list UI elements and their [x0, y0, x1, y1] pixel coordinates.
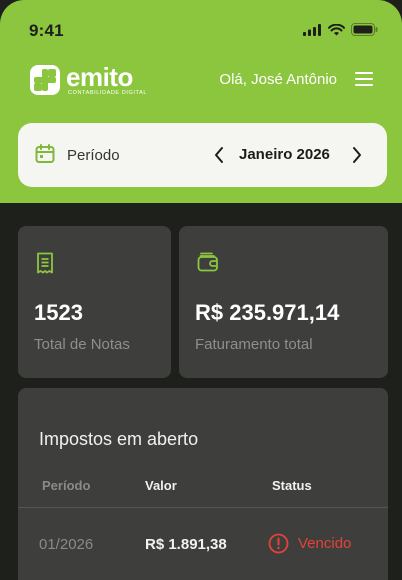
- stat-label: Total de Notas: [34, 336, 130, 353]
- wifi-icon: [328, 23, 345, 35]
- chevron-left-icon[interactable]: [211, 145, 227, 165]
- logo-tagline: CONTABILIDADE DIGITAL: [68, 89, 148, 96]
- stat-card-revenue[interactable]: R$ 235.971,14 Faturamento total: [179, 226, 388, 378]
- period-label: Período: [67, 147, 120, 164]
- stat-label: Faturamento total: [195, 336, 313, 353]
- column-header-value: Valor: [145, 478, 177, 493]
- status-bar: 9:41: [0, 0, 402, 60]
- stat-card-total-notes[interactable]: 1523 Total de Notas: [18, 226, 171, 378]
- column-header-status: Status: [272, 478, 312, 493]
- alert-circle-icon: [268, 533, 289, 554]
- stat-value: R$ 235.971,14: [195, 300, 340, 325]
- wallet-icon: [197, 252, 218, 272]
- column-header-period: Período: [42, 478, 91, 493]
- period-value: Janeiro 2026: [239, 146, 330, 163]
- app-logo: emito CONTABILIDADE DIGITAL: [29, 64, 147, 96]
- battery-icon: [351, 23, 378, 36]
- logo-mark-icon: [30, 65, 60, 95]
- row-status: Vencido: [268, 533, 351, 554]
- status-icons: [303, 23, 378, 36]
- header: 9:41 emito CONTABILIDADE DIGITAL Olá, Jo…: [0, 0, 402, 203]
- status-badge: Vencido: [298, 535, 352, 552]
- app-screen: 9:41 emito CONTABILIDADE DIGITAL Olá, Jo…: [0, 0, 402, 580]
- stat-value: 1523: [34, 300, 83, 325]
- menu-button[interactable]: [355, 70, 375, 88]
- row-value: R$ 1.891,38: [145, 536, 227, 553]
- receipt-icon: [37, 252, 53, 274]
- open-taxes-title: Impostos em aberto: [39, 429, 199, 449]
- hamburger-icon-line: [355, 78, 373, 80]
- hamburger-icon-line: [355, 84, 373, 86]
- period-selector: Período Janeiro 2026: [18, 123, 387, 187]
- hamburger-icon-line: [355, 72, 373, 74]
- status-time: 9:41: [29, 21, 64, 40]
- row-period: 01/2026: [39, 536, 94, 553]
- calendar-icon: [35, 144, 55, 163]
- table-row[interactable]: 01/2026 R$ 1.891,38 Vencido: [18, 508, 388, 568]
- open-taxes-card: Impostos em aberto Período Valor Status …: [18, 388, 388, 580]
- signal-icon: [303, 23, 321, 36]
- chevron-right-icon[interactable]: [349, 145, 365, 165]
- logo-word: emito: [66, 61, 133, 92]
- user-greeting: Olá, José Antônio: [219, 71, 337, 88]
